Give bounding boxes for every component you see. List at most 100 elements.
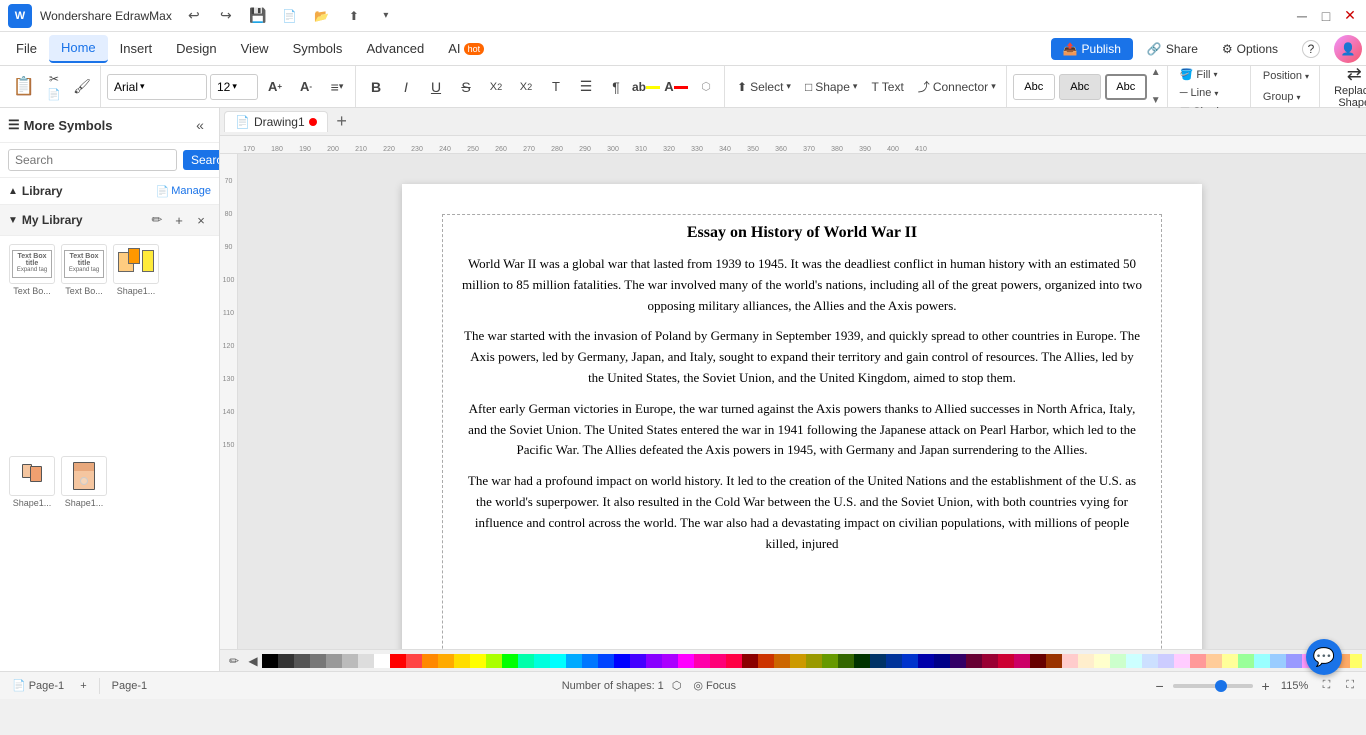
color-swatch[interactable]: [1222, 654, 1238, 668]
color-swatch[interactable]: [294, 654, 310, 668]
increase-font-button[interactable]: A+: [261, 73, 289, 101]
format-painter-button[interactable]: 🖌: [68, 73, 96, 101]
user-avatar[interactable]: 👤: [1334, 35, 1362, 63]
cut-button[interactable]: ✂: [42, 72, 66, 86]
open-button[interactable]: 📂: [308, 4, 336, 28]
group-button[interactable]: Group▾: [1257, 87, 1307, 107]
color-swatch[interactable]: [1094, 654, 1110, 668]
color-swatch[interactable]: [1158, 654, 1174, 668]
color-swatch[interactable]: [710, 654, 726, 668]
color-swatch[interactable]: [790, 654, 806, 668]
color-swatch[interactable]: [1190, 654, 1206, 668]
new-button[interactable]: 📄: [276, 4, 304, 28]
color-swatch[interactable]: [390, 654, 406, 668]
publish-button[interactable]: 📤 Publish: [1051, 38, 1133, 60]
color-swatch[interactable]: [1110, 654, 1126, 668]
color-swatch[interactable]: [326, 654, 342, 668]
style-sample-2[interactable]: Abc: [1059, 74, 1101, 100]
menu-insert[interactable]: Insert: [108, 35, 165, 63]
color-swatch[interactable]: [502, 654, 518, 668]
chat-bubble-button[interactable]: 💬: [1306, 639, 1342, 675]
color-swatch[interactable]: [582, 654, 598, 668]
fill-button[interactable]: 🪣 Fill ▾: [1174, 66, 1224, 83]
menu-design[interactable]: Design: [164, 35, 228, 63]
page-selector[interactable]: Page-1: [108, 678, 151, 694]
redo-button[interactable]: ↪: [212, 4, 240, 28]
style-sample-3[interactable]: Abc: [1105, 74, 1147, 100]
color-swatch[interactable]: [774, 654, 790, 668]
shape-tool-button[interactable]: □ Shape ▾: [799, 74, 863, 100]
menu-symbols[interactable]: Symbols: [281, 35, 355, 63]
color-swatch[interactable]: [1254, 654, 1270, 668]
my-library-edit-button[interactable]: ✏: [147, 210, 167, 230]
search-button[interactable]: Search: [183, 150, 220, 170]
color-swatch[interactable]: [982, 654, 998, 668]
color-swatch[interactable]: [1286, 654, 1302, 668]
options-button[interactable]: ⚙ Options: [1212, 38, 1288, 60]
font-size-dropdown[interactable]: 12 ▾: [210, 74, 258, 100]
canvas-content[interactable]: Essay on History of World War II World W…: [238, 154, 1366, 649]
fullscreen-button[interactable]: ⛶: [1342, 677, 1358, 694]
color-swatch[interactable]: [1126, 654, 1142, 668]
list-item[interactable]: Shape1...: [112, 244, 160, 452]
copy-button[interactable]: 📄: [42, 87, 66, 101]
zoom-out-button[interactable]: −: [1151, 677, 1169, 695]
list-item[interactable]: Shape1...: [8, 456, 56, 664]
color-swatch[interactable]: [662, 654, 678, 668]
list-button[interactable]: ☰: [572, 73, 600, 101]
focus-button[interactable]: ◎ Focus: [689, 677, 740, 694]
paragraph-button[interactable]: ¶: [602, 73, 630, 101]
color-swatch[interactable]: [534, 654, 550, 668]
color-swatch[interactable]: [470, 654, 486, 668]
select-tool-button[interactable]: ⬆ Select ▾: [731, 74, 797, 100]
color-swatch[interactable]: [1350, 654, 1362, 668]
subscript-button[interactable]: X2: [512, 73, 540, 101]
close-button[interactable]: ✕: [1342, 8, 1358, 24]
search-input[interactable]: [8, 149, 177, 171]
italic-button[interactable]: I: [392, 73, 420, 101]
color-swatch[interactable]: [694, 654, 710, 668]
add-tab-button[interactable]: +: [330, 110, 354, 134]
my-library-close-button[interactable]: ×: [191, 210, 211, 230]
color-swatch[interactable]: [1014, 654, 1030, 668]
list-item[interactable]: Text Box title Expand tag Text Bo...: [8, 244, 56, 452]
color-swatch[interactable]: [918, 654, 934, 668]
color-swatch[interactable]: [758, 654, 774, 668]
replace-shape-button[interactable]: ⇄ Replace Shape: [1326, 66, 1366, 107]
share-button[interactable]: 🔗 Share: [1137, 38, 1208, 60]
paste-button[interactable]: 📋: [8, 73, 40, 101]
color-swatch[interactable]: [998, 654, 1014, 668]
undo-button[interactable]: ↩: [180, 4, 208, 28]
color-swatch[interactable]: [310, 654, 326, 668]
color-swatch[interactable]: [678, 654, 694, 668]
font-color-button[interactable]: A: [662, 73, 690, 101]
color-swatch[interactable]: [1030, 654, 1046, 668]
underline-button[interactable]: U: [422, 73, 450, 101]
help-button[interactable]: ?: [1292, 36, 1330, 62]
style-sample-1[interactable]: Abc: [1013, 74, 1055, 100]
menu-view[interactable]: View: [229, 35, 281, 63]
palette-pen-button[interactable]: ✏: [224, 652, 244, 670]
list-item[interactable]: Shape1...: [60, 456, 108, 664]
color-swatch[interactable]: [518, 654, 534, 668]
color-swatch[interactable]: [1142, 654, 1158, 668]
color-swatch[interactable]: [806, 654, 822, 668]
strikethrough-button[interactable]: S: [452, 73, 480, 101]
page-tab-button[interactable]: 📄 Page-1: [8, 677, 68, 694]
font-family-dropdown[interactable]: Arial ▾: [107, 74, 207, 100]
color-swatch[interactable]: [566, 654, 582, 668]
text-tool-button[interactable]: T Text: [865, 74, 909, 100]
export-button[interactable]: ⬆: [340, 4, 368, 28]
add-page-button[interactable]: +: [76, 678, 90, 694]
palette-left-arrow[interactable]: ◀: [244, 652, 262, 670]
color-swatch[interactable]: [1174, 654, 1190, 668]
color-swatch[interactable]: [966, 654, 982, 668]
color-swatch[interactable]: [950, 654, 966, 668]
color-swatch[interactable]: [358, 654, 374, 668]
color-swatch[interactable]: [886, 654, 902, 668]
position-button[interactable]: Position▾: [1257, 66, 1315, 86]
menu-home[interactable]: Home: [49, 35, 108, 63]
restore-button[interactable]: □: [1318, 8, 1334, 24]
tab-drawing1[interactable]: 📄 Drawing1: [224, 111, 328, 132]
menu-advanced[interactable]: Advanced: [354, 35, 436, 63]
